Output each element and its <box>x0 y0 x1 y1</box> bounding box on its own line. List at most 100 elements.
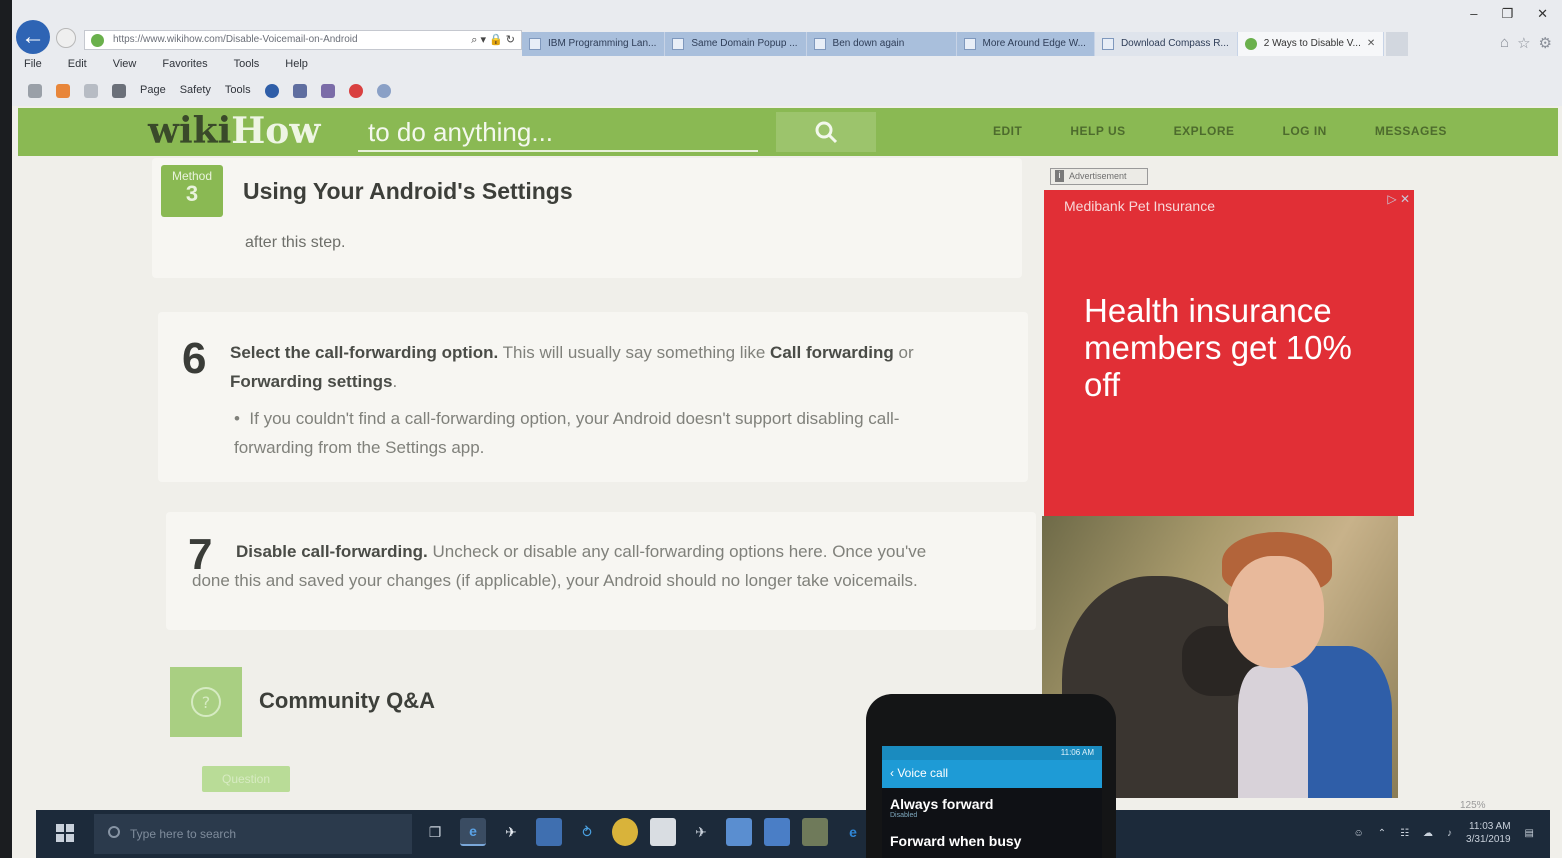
question-button[interactable]: Question <box>202 766 290 792</box>
nav-messages[interactable]: MESSAGES <box>1375 124 1447 138</box>
home-icon[interactable]: ⌂ <box>1500 34 1509 52</box>
chrome-icon[interactable] <box>612 818 638 846</box>
cmd-tools[interactable]: Tools <box>225 84 251 96</box>
cmd-safety[interactable]: Safety <box>180 84 211 96</box>
app-bird-icon[interactable]: ✈ <box>498 818 524 846</box>
phone-title: Voice call <box>897 766 949 780</box>
edge-icon[interactable]: e <box>840 818 866 846</box>
record-icon[interactable] <box>348 84 363 98</box>
page-icon <box>963 38 976 50</box>
windows-start-icon[interactable] <box>56 824 74 842</box>
tab-strip: IBM Programming Lan... Same Domain Popup… <box>522 32 1409 58</box>
maximize-icon[interactable]: ❐ <box>1501 6 1513 22</box>
forward-button[interactable] <box>56 28 76 48</box>
clock[interactable]: 11:03 AM 3/31/2019 <box>1466 820 1511 846</box>
method-number: 3 <box>185 181 199 206</box>
system-tray: ☺ ⌃ ☷ ☁ ♪ 11:03 AM 3/31/2019 ▤ <box>1353 820 1534 846</box>
menu-edit[interactable]: Edit <box>68 58 87 76</box>
site-search-input[interactable]: to do anything... <box>358 112 758 152</box>
notifications-icon[interactable]: ▤ <box>1525 828 1534 839</box>
close-tab-icon[interactable]: ✕ <box>1367 38 1375 49</box>
store-icon[interactable] <box>650 818 676 846</box>
back-arrow-icon[interactable]: ← <box>16 20 50 54</box>
internet-explorer-icon[interactable]: e <box>460 818 486 846</box>
home-page-icon[interactable] <box>28 84 42 98</box>
app-window-icon[interactable] <box>764 818 790 846</box>
wikihow-favicon-icon <box>1244 38 1257 50</box>
menu-view[interactable]: View <box>113 58 137 76</box>
step-6-text-a: This will usually say something like <box>498 343 771 362</box>
cloud-icon[interactable]: ☁ <box>1423 828 1433 839</box>
phone-status-bar: 11:06 AM <box>882 746 1102 760</box>
tab-download-compass[interactable]: Download Compass R... <box>1094 32 1238 58</box>
phone-title-bar[interactable]: ‹ Voice call <box>882 760 1102 788</box>
menu-file[interactable]: File <box>24 58 42 76</box>
tab-more-around-edge[interactable]: More Around Edge W... <box>956 32 1095 58</box>
menu-tools[interactable]: Tools <box>234 58 260 76</box>
site-search-button[interactable] <box>776 112 876 152</box>
method-badge: Method 3 <box>161 165 223 217</box>
minimize-icon[interactable]: – <box>1470 6 1477 22</box>
bullet-dot: • <box>234 409 250 428</box>
ad-banner[interactable]: Medibank Pet Insurance ▷ ✕ Health insura… <box>1044 190 1414 516</box>
address-url: https://www.wikihow.com/Disable-Voicemai… <box>113 34 358 45</box>
nav-edit[interactable]: EDIT <box>993 124 1022 138</box>
addon-icon[interactable] <box>292 84 307 98</box>
windows-taskbar: Type here to search ❐ e ✈ ⥁ ✈ e ☺ ⌃ ☷ ☁ … <box>36 810 1550 858</box>
close-icon[interactable]: ✕ <box>1537 6 1548 22</box>
tab-ibm[interactable]: IBM Programming Lan... <box>522 32 666 58</box>
file-explorer-icon[interactable] <box>536 818 562 846</box>
rss-feed-icon[interactable] <box>56 84 70 98</box>
qa-section-icon: ? <box>170 667 242 737</box>
search-lock-refresh-icons[interactable]: ⌕ ▾ 🔒 ↻ <box>471 33 515 47</box>
circle-icon[interactable] <box>376 84 391 98</box>
nav-help-us[interactable]: HELP US <box>1070 124 1125 138</box>
wikihow-logo[interactable]: wikiHow <box>148 108 320 154</box>
menu-favorites[interactable]: Favorites <box>162 58 207 76</box>
ad-close-icon[interactable]: ▷ ✕ <box>1387 192 1410 206</box>
phone-option-always-forward[interactable]: Always forward <box>882 788 1102 812</box>
step-number: 6 <box>182 334 207 383</box>
tab-label: Download Compass R... <box>1120 38 1229 49</box>
method-title: Using Your Android's Settings <box>243 178 573 204</box>
volume-icon[interactable]: ♪ <box>1447 828 1452 839</box>
taskbar-search-input[interactable]: Type here to search <box>94 814 412 854</box>
app-swirl-icon[interactable]: ⥁ <box>574 818 600 846</box>
step-6-text-c: . <box>392 372 398 391</box>
tray-up-arrow-icon[interactable]: ⌃ <box>1378 828 1386 839</box>
phone-option-forward-busy[interactable]: Forward when busy <box>882 819 1102 849</box>
method-header-card <box>152 158 1022 278</box>
network-icon[interactable]: ☷ <box>1400 828 1409 839</box>
help-icon[interactable] <box>264 84 279 98</box>
tab-wikihow-active[interactable]: 2 Ways to Disable V... ✕ <box>1237 32 1385 58</box>
ad-label: Advertisement <box>1050 168 1148 185</box>
people-icon[interactable]: ☺ <box>1353 828 1363 839</box>
app-plane-icon[interactable]: ✈ <box>688 818 714 846</box>
nav-log-in[interactable]: LOG IN <box>1283 124 1327 138</box>
task-view-icon[interactable]: ❐ <box>422 818 448 846</box>
cmd-page[interactable]: Page <box>140 84 166 96</box>
address-bar[interactable]: https://www.wikihow.com/Disable-Voicemai… <box>84 30 522 50</box>
app-settings-icon[interactable] <box>802 818 828 846</box>
tab-same-domain[interactable]: Same Domain Popup ... <box>665 32 807 58</box>
phone-time: 11:06 AM <box>1060 748 1094 757</box>
app-monitor-icon[interactable] <box>726 818 752 846</box>
print-icon[interactable] <box>112 84 126 98</box>
menu-help[interactable]: Help <box>285 58 308 76</box>
new-tab-button[interactable] <box>1386 32 1409 58</box>
tab-label: Same Domain Popup ... <box>691 38 798 49</box>
settings-gear-icon[interactable]: ⚙ <box>1539 34 1552 52</box>
child-body-image <box>1238 666 1308 798</box>
browser-titlebar: ← https://www.wikihow.com/Disable-Voicem… <box>12 0 1562 58</box>
nav-explore[interactable]: EXPLORE <box>1174 124 1235 138</box>
favorites-star-icon[interactable]: ☆ <box>1517 34 1530 52</box>
logo-wiki: wiki <box>148 110 232 152</box>
logo-how: How <box>231 110 321 152</box>
tab-ben-down[interactable]: Ben down again <box>806 32 957 58</box>
research-icon[interactable] <box>320 84 335 98</box>
mail-icon[interactable] <box>84 84 98 98</box>
step-6-option-1: Call forwarding <box>770 343 894 362</box>
clock-time: 11:03 AM <box>1469 821 1511 832</box>
phone-option-status: Disabled <box>890 812 918 819</box>
step-7-bold: Disable call-forwarding. <box>236 542 428 561</box>
